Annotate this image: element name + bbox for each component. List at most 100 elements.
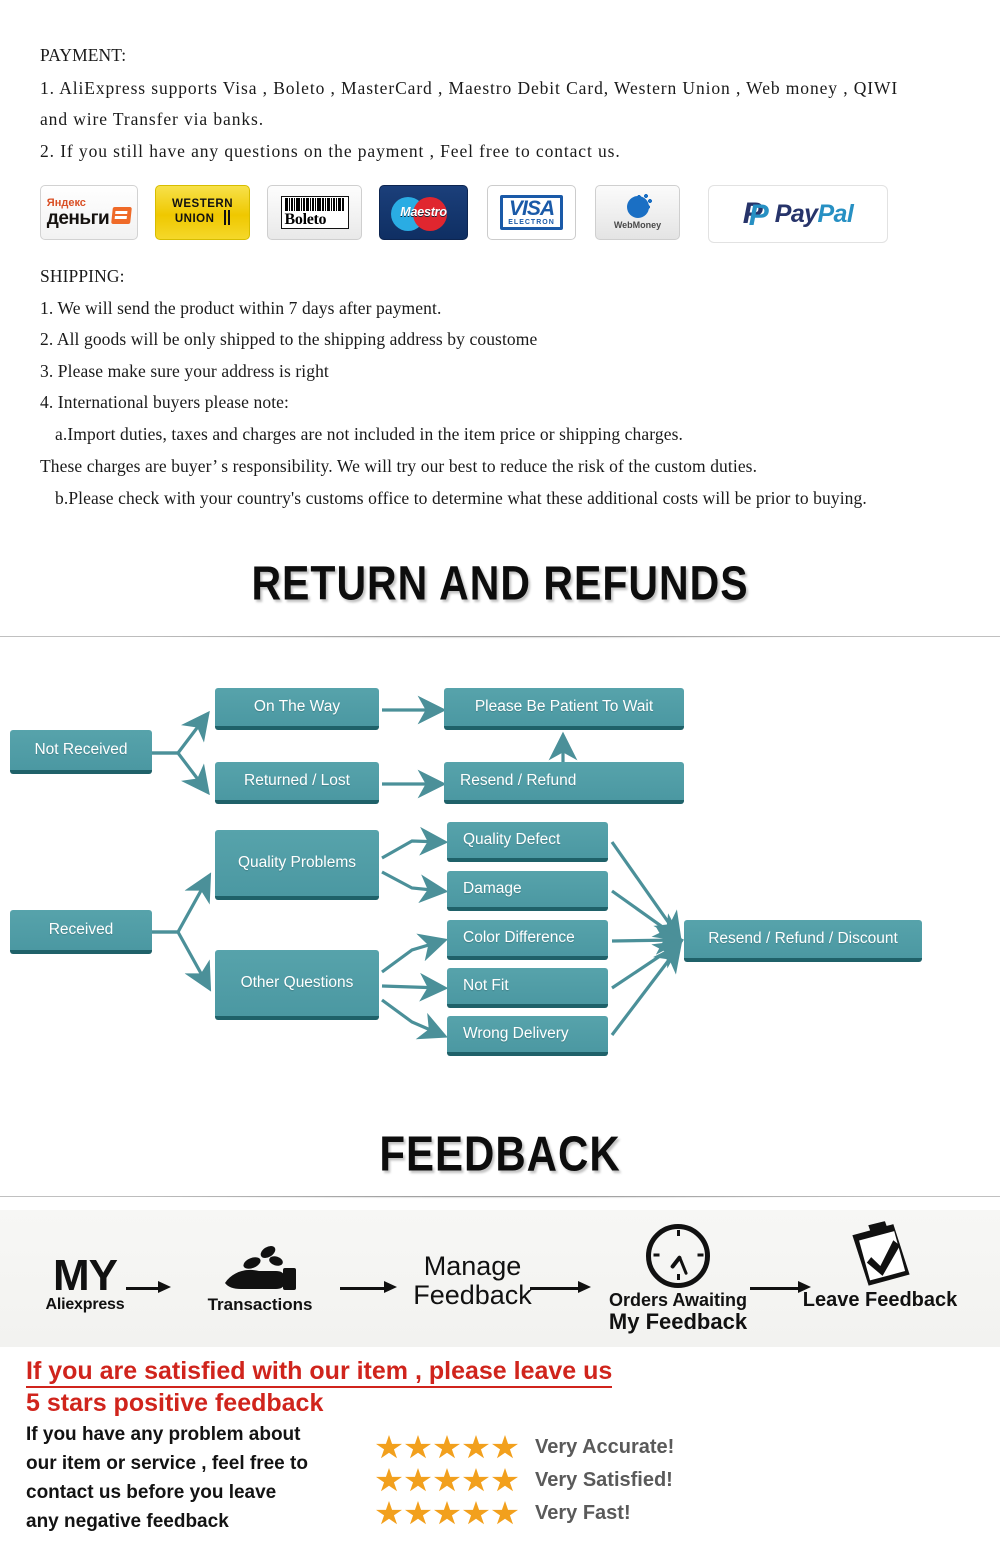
node-resend-refund-discount[interactable]: Resend / Refund / Discount (684, 920, 922, 962)
webmoney-globe-icon (626, 193, 652, 218)
rating-row: Very Satisfied! (376, 1464, 674, 1497)
ratings-list: Very Accurate! Very Satisfied! Very Fast… (376, 1431, 674, 1530)
node-resend-refund[interactable]: Resend / Refund (444, 762, 684, 804)
star-icon (405, 1468, 431, 1492)
rating-label: Very Satisfied! (535, 1469, 673, 1491)
node-color-difference[interactable]: Color Difference (447, 920, 608, 960)
payment-line-2: and wire Transfer via banks. (40, 109, 264, 129)
paypal-label-pay: Pay (774, 199, 818, 228)
step-transactions[interactable]: Transactions (185, 1244, 335, 1314)
wallet-icon (111, 206, 133, 224)
star-icon (434, 1435, 460, 1459)
feedback-black-note: If you have any problem about our item o… (26, 1420, 308, 1536)
star-icon (376, 1435, 402, 1459)
payment-heading: PAYMENT: (40, 45, 127, 65)
barcode-icon (284, 198, 345, 211)
star-icon (463, 1501, 489, 1525)
maestro-label: Maestro (400, 204, 447, 219)
yandex-logo-bottom-text: деньги (46, 207, 110, 229)
paypal-p-icon: PP (742, 197, 769, 232)
webmoney-label: WebMoney (613, 219, 662, 230)
step-transactions-label: Transactions (207, 1295, 313, 1314)
star-icon (492, 1435, 518, 1459)
boleto-label: Boleto (284, 211, 327, 228)
node-on-the-way[interactable]: On The Way (215, 688, 379, 730)
star-icon (405, 1501, 431, 1525)
rating-label: Very Fast! (535, 1502, 631, 1524)
boleto-logo: Boleto (267, 185, 362, 240)
node-wrong-delivery[interactable]: Wrong Delivery (447, 1016, 608, 1056)
feedback-title-band: FEEDBACK (0, 1126, 1000, 1181)
star-icon (463, 1468, 489, 1492)
shipping-line-2: 2. All goods will be only shipped to the… (40, 329, 538, 349)
star-icon (405, 1435, 431, 1459)
step-orders-awaiting-line-1: Orders Awaiting (608, 1290, 748, 1310)
western-union-line-2: UNION (174, 212, 215, 225)
feedback-red-note: If you are satisfied with our item , ple… (26, 1355, 613, 1419)
shipping-line-4: 4. International buyers please note: (40, 392, 290, 412)
divider-above-steps (0, 1196, 1000, 1199)
feedback-red-note-line-1: If you are satisfied with our item , ple… (26, 1357, 613, 1388)
returns-title: RETURN AND REFUNDS (251, 555, 749, 611)
shipping-line-charges: These charges are buyer’ s responsibilit… (40, 456, 758, 476)
node-quality-defect[interactable]: Quality Defect (447, 822, 608, 862)
returns-title-band: RETURN AND REFUNDS (0, 556, 1000, 610)
arrow-right-icon-1 (126, 1281, 172, 1293)
paypal-logo: PP PayPal (708, 185, 888, 243)
node-quality-problems[interactable]: Quality Problems (215, 830, 379, 900)
star-icon (434, 1501, 460, 1525)
hand-with-coins-icon (221, 1244, 299, 1294)
western-union-logo: WESTERN UNION (155, 185, 250, 240)
feedback-steps-strip: MY Aliexpress Transactions Manage Feedba… (0, 1210, 1000, 1347)
step-manage-feedback-line-1: Manage (423, 1251, 522, 1281)
yandex-money-logo: Яндекс деньги (40, 185, 138, 240)
shipping-heading: SHIPPING: (40, 266, 125, 286)
clipboard-check-icon (845, 1218, 915, 1291)
star-icon (492, 1468, 518, 1492)
feedback-black-note-line-3: contact us before you leave (26, 1482, 277, 1503)
feedback-black-note-line-1: If you have any problem about (26, 1424, 301, 1445)
node-not-received[interactable]: Not Received (10, 730, 152, 774)
feedback-black-note-line-2: our item or service , feel free to (26, 1453, 308, 1474)
node-not-fit[interactable]: Not Fit (447, 968, 608, 1008)
step-orders-awaiting[interactable]: Orders Awaiting My Feedback (598, 1224, 758, 1333)
rating-row: Very Fast! (376, 1497, 674, 1530)
paypal-label-pal: Pal (817, 199, 854, 228)
star-icon (434, 1468, 460, 1492)
rating-row: Very Accurate! (376, 1431, 674, 1464)
node-damage[interactable]: Damage (447, 871, 608, 911)
western-union-line-1: WESTERN (172, 197, 233, 210)
maestro-logo: Maestro (379, 185, 468, 240)
step-manage-feedback[interactable]: Manage Feedback (380, 1252, 565, 1310)
feedback-black-note-line-4: any negative feedback (26, 1511, 229, 1532)
western-union-bars-icon (222, 209, 231, 228)
feedback-red-note-line-2: 5 stars positive feedback (26, 1389, 324, 1417)
visa-electron-logo: VISA ELECTRON (487, 185, 576, 240)
star-icon (376, 1468, 402, 1492)
node-please-be-patient-to-wait[interactable]: Please Be Patient To Wait (444, 688, 684, 730)
step-leave-feedback[interactable]: Leave Feedback (790, 1221, 970, 1311)
star-icon (376, 1501, 402, 1525)
payment-line-1: 1. AliExpress supports Visa , Boleto , M… (40, 78, 899, 98)
node-other-questions[interactable]: Other Questions (215, 950, 379, 1020)
step-orders-awaiting-line-2: My Feedback (608, 1308, 748, 1334)
webmoney-logo: WebMoney (595, 185, 680, 240)
visa-label: VISA (508, 197, 555, 220)
shipping-line-3: 3. Please make sure your address is righ… (40, 361, 329, 381)
shipping-line-4a: a.Import duties, taxes and charges are n… (55, 424, 683, 444)
feedback-title: FEEDBACK (379, 1125, 621, 1182)
returns-flow-diagram: Not Received On The Way Returned / Lost … (0, 660, 1000, 1080)
arrow-right-icon-3 (530, 1281, 592, 1293)
node-returned-lost[interactable]: Returned / Lost (215, 762, 379, 804)
payment-logo-row: Яндекс деньги WESTERN UNION Boleto Maest… (0, 185, 1000, 247)
visa-electron-sublabel: ELECTRON (508, 219, 555, 226)
divider-above-flow (0, 636, 1000, 639)
payment-line-3: 2. If you still have any questions on th… (40, 141, 621, 161)
node-received[interactable]: Received (10, 910, 152, 954)
shipping-line-1: 1. We will send the product within 7 day… (40, 298, 442, 318)
rating-label: Very Accurate! (535, 1436, 675, 1458)
yandex-logo-top-text: Яндекс (46, 196, 86, 209)
star-icon (492, 1501, 518, 1525)
star-icon (463, 1435, 489, 1459)
shipping-line-4b: b.Please check with your country's custo… (55, 488, 867, 508)
